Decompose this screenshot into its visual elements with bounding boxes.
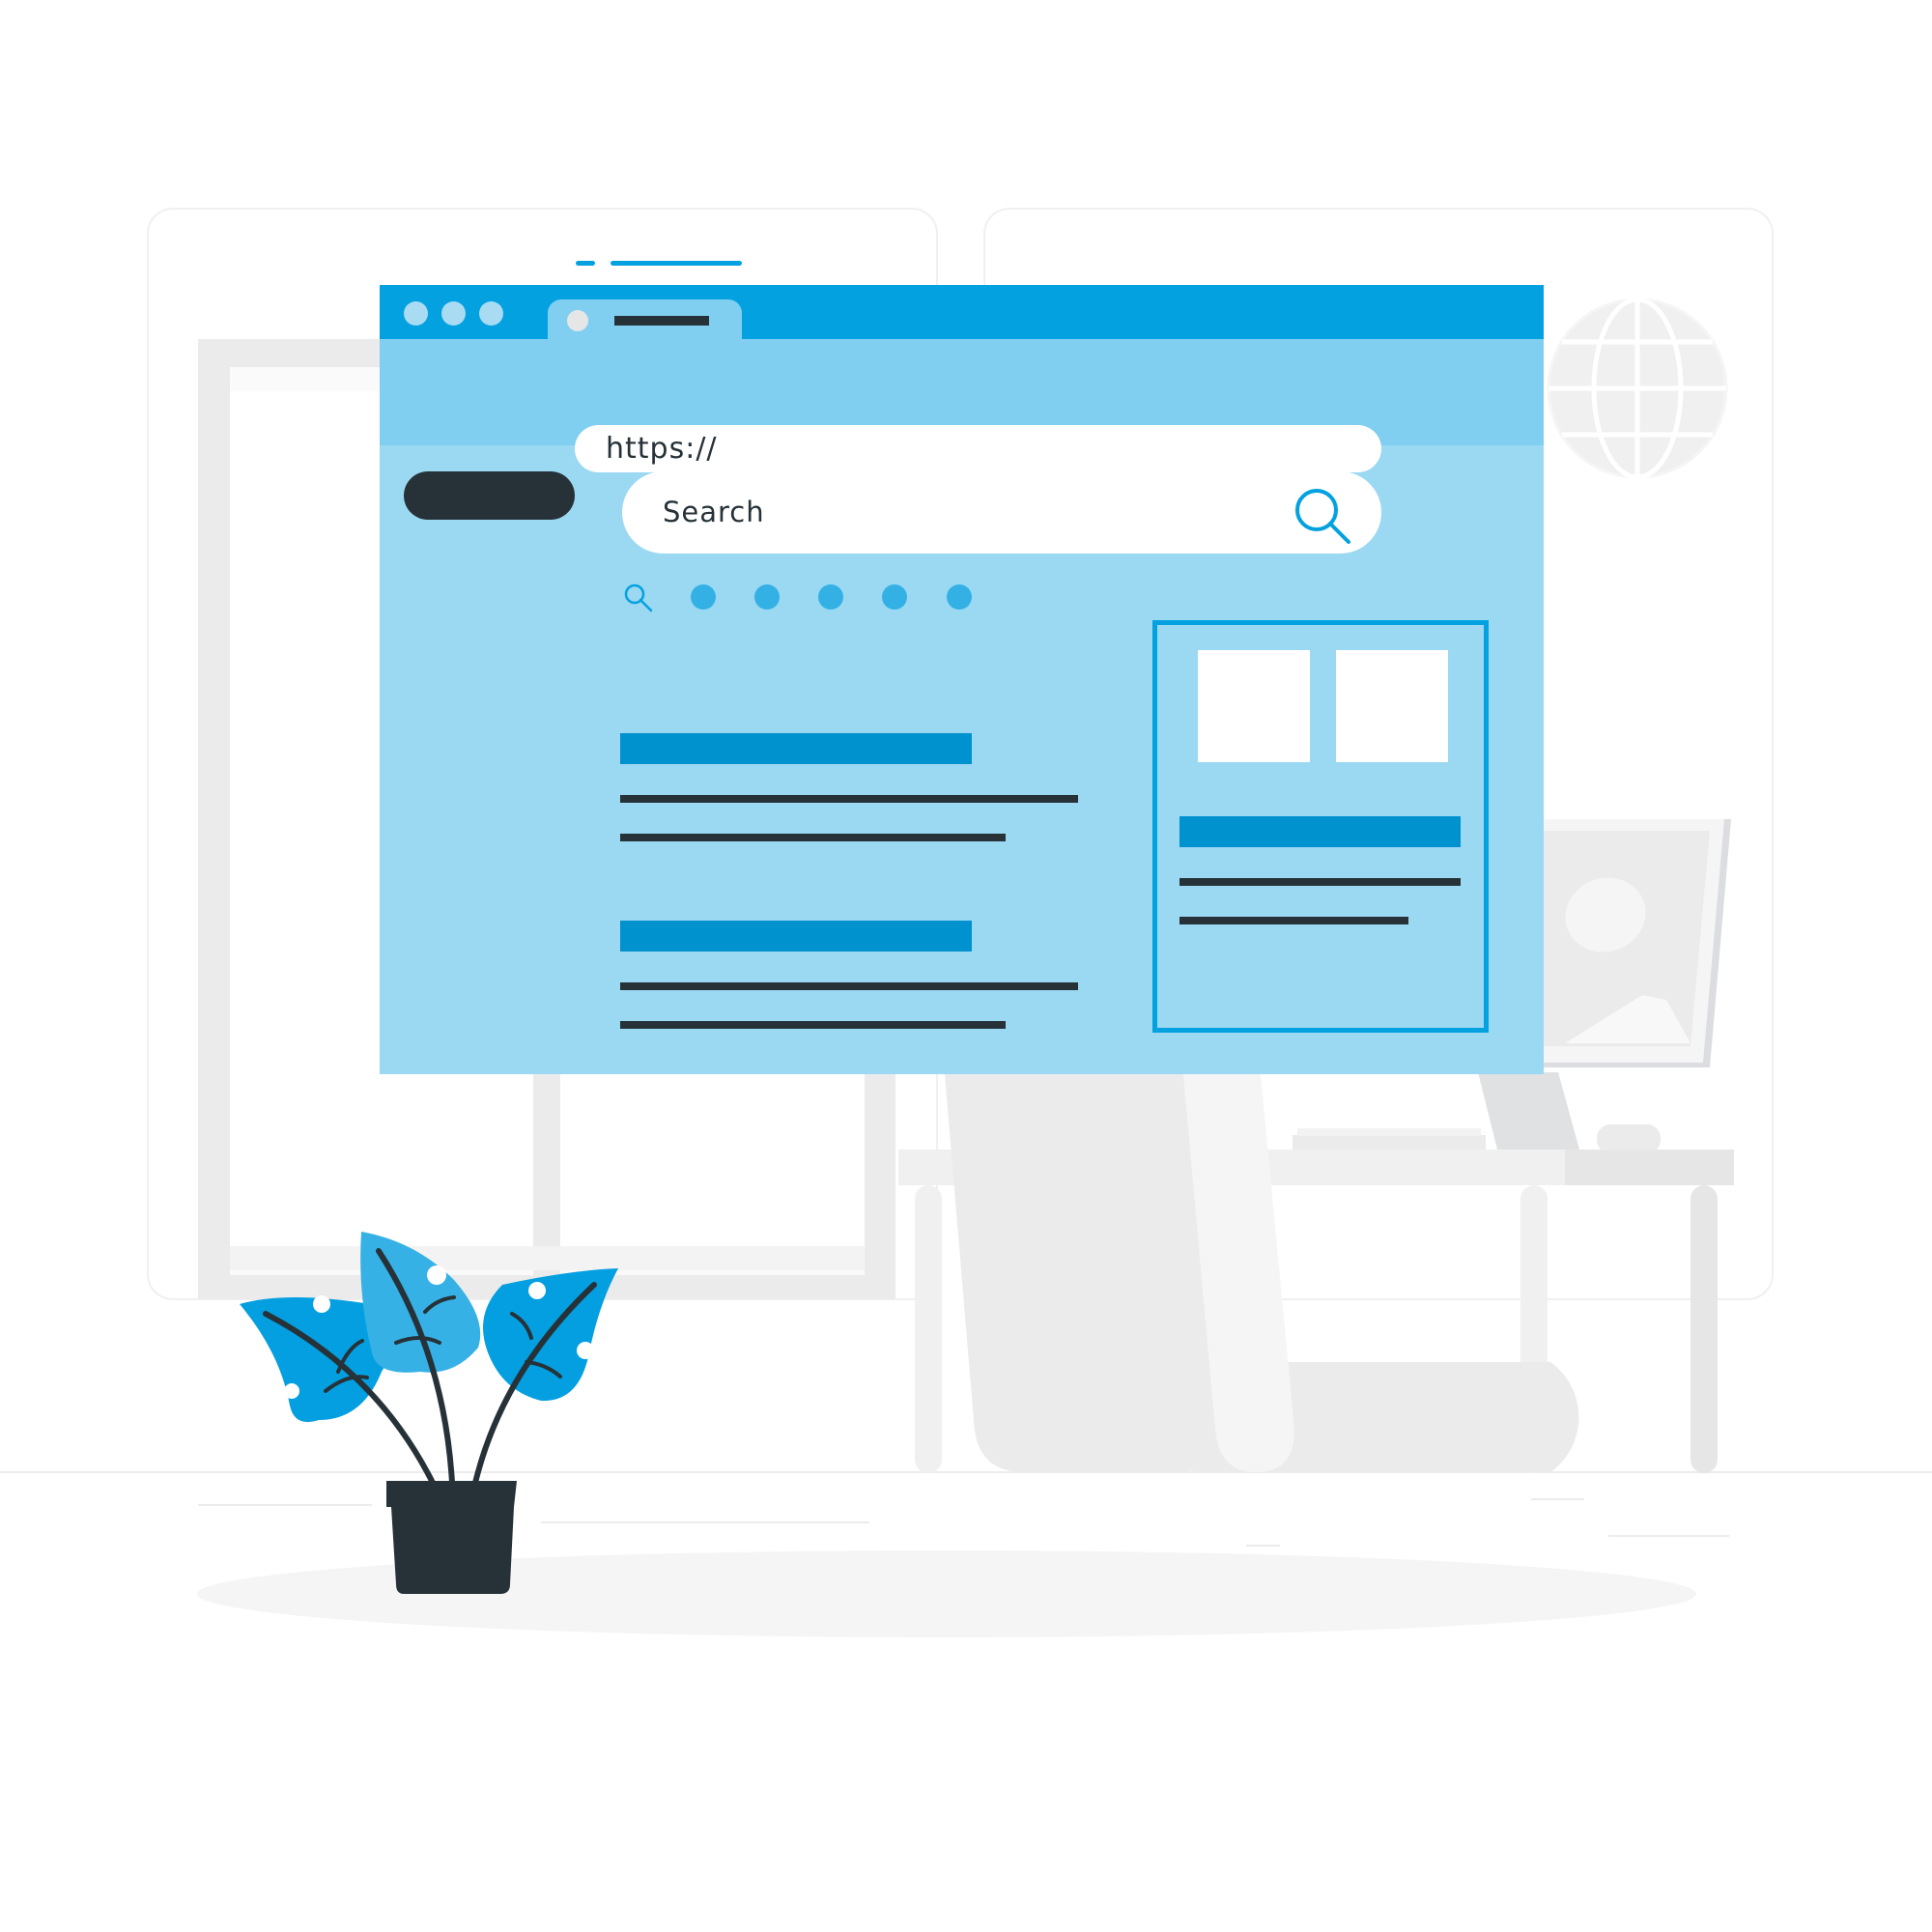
plant-pot	[386, 1481, 517, 1594]
plant	[240, 1232, 618, 1594]
